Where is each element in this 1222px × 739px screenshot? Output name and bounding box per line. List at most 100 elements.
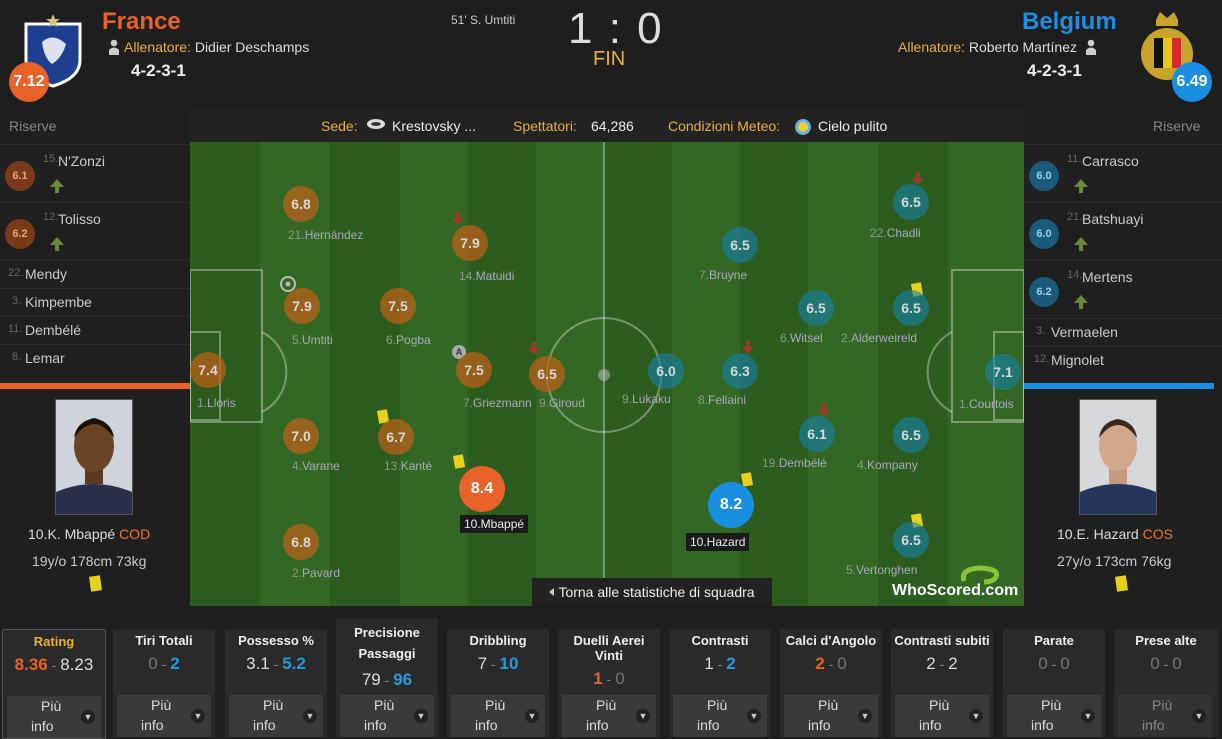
more-info-button[interactable]: Più info ▼ <box>340 695 434 737</box>
player-rating[interactable]: 6.7 <box>378 419 414 455</box>
more-info-button[interactable]: Più info ▼ <box>673 695 767 737</box>
player-name[interactable]: 1.Lloris <box>197 396 236 410</box>
stat-dribbling[interactable]: Dribbling 7 - 10 Più info ▼ <box>447 629 549 737</box>
more-info-button[interactable]: Più info ▼ <box>229 695 323 737</box>
player-name[interactable]: 4.Kompany <box>857 458 918 472</box>
sub-number: 14. <box>1067 269 1083 281</box>
motm-home-rating[interactable]: 8.4 <box>459 466 505 512</box>
player-rating[interactable]: 6.5 <box>893 184 929 220</box>
more-info-button[interactable]: Più info ▼ <box>117 695 211 737</box>
player-number: 21. <box>288 228 305 242</box>
player-rating[interactable]: 6.5 <box>893 290 929 326</box>
player-number: 2. <box>292 566 303 580</box>
stat-values: 79 - 96 <box>361 670 413 689</box>
list-item[interactable]: 3. Vermaelen <box>1024 318 1222 347</box>
stat-tackles[interactable]: Contrasti 1 - 2 Più info ▼ <box>669 629 771 737</box>
player-rating[interactable]: 7.5 <box>380 288 416 324</box>
stat-claims[interactable]: Prese alte 0 - 0 Più info ▼ <box>1114 629 1218 737</box>
more-info-button[interactable]: Più info ▼ <box>562 695 656 737</box>
list-item[interactable]: 6.0 21. Batshuayi <box>1024 202 1222 260</box>
player-name[interactable]: 4.Varane <box>292 459 340 473</box>
stat-possession[interactable]: Possesso % 3.1 - 5.2 Più info ▼ <box>225 629 327 737</box>
away-player-photo[interactable] <box>1079 399 1157 515</box>
player-rating[interactable]: 6.5 <box>722 227 758 263</box>
list-item[interactable]: 3. Kimpembe <box>0 288 190 317</box>
motm-home-name[interactable]: 10.Mbappé <box>460 515 529 533</box>
list-item[interactable]: 6.2 14. Mertens <box>1024 260 1222 318</box>
stat-dispossessed[interactable]: Contrasti subiti 2 - 2 Più info ▼ <box>891 629 993 737</box>
list-item[interactable]: 8. Lemar <box>0 344 190 373</box>
list-item[interactable]: 22. Mendy <box>0 260 190 289</box>
player-name[interactable]: 9.Lukaku <box>622 392 671 406</box>
player-name[interactable]: 21.Hernández <box>288 228 363 242</box>
more-info-button[interactable]: Più info ▼ <box>895 695 989 737</box>
stat-rating[interactable]: Rating 8.36 - 8.23 Più info ▼ <box>2 629 106 739</box>
weight-value: 73 <box>116 553 132 569</box>
list-item[interactable]: 6.0 11. Carrasco <box>1024 144 1222 202</box>
player-rating[interactable]: 6.5 <box>798 290 834 326</box>
player-number: 7. <box>463 396 474 410</box>
player-rating[interactable]: 6.5 <box>529 356 565 392</box>
stat-corners[interactable]: Calci d'Angolo 2 - 0 Più info ▼ <box>780 629 882 737</box>
motm-away-rating[interactable]: 8.2 <box>708 482 754 528</box>
more-info-button[interactable]: Più info ▼ <box>1007 695 1101 737</box>
player-name[interactable]: 14.Matuidi <box>459 269 514 283</box>
player-name[interactable]: 22.Chadli <box>870 226 921 240</box>
list-item[interactable]: 6.2 12. Tolisso <box>0 202 190 260</box>
player-rating[interactable]: 6.5 <box>893 522 929 558</box>
away-player-card-name[interactable]: 10.E. Hazard COS <box>1057 526 1173 542</box>
player-name[interactable]: 6.Witsel <box>780 331 823 345</box>
player-rating[interactable]: 6.0 <box>648 353 684 389</box>
home-team-rating: 7.12 <box>9 62 49 102</box>
player-name[interactable]: 2.Pavard <box>292 566 340 580</box>
player-name[interactable]: 13.Kanté <box>384 459 432 473</box>
more-info-button[interactable]: Più info ▼ <box>1118 695 1212 737</box>
player-number: 22. <box>870 226 887 240</box>
download-icon: ▼ <box>81 710 95 724</box>
player-rating[interactable]: 7.1 <box>985 354 1021 390</box>
player-rating[interactable]: 7.9 <box>452 225 488 261</box>
player-rating[interactable]: 7.9 <box>284 288 320 324</box>
player-name[interactable]: 1.Courtois <box>959 397 1014 411</box>
player-rating[interactable]: 6.3 <box>722 353 758 389</box>
player-rating[interactable]: 6.5 <box>893 417 929 453</box>
stat-shots[interactable]: Tiri Totali 0 - 2 Più info ▼ <box>113 629 215 737</box>
player-rating[interactable]: 6.8 <box>283 186 319 222</box>
player-rating[interactable]: 7.4 <box>190 352 226 388</box>
home-player-card-name[interactable]: 10.K. Mbappé COD <box>28 526 150 542</box>
player-rating[interactable]: 6.8 <box>283 524 319 560</box>
away-team-name[interactable]: Belgium <box>1022 8 1117 36</box>
player-name[interactable]: 9.Giroud <box>539 396 585 410</box>
more-info-button[interactable]: Più info ▼ <box>7 696 101 738</box>
player-name[interactable]: 7.Bruyne <box>699 268 747 282</box>
player-name[interactable]: 2.Alderweireld <box>841 331 917 345</box>
stat-title: Possesso % <box>238 633 314 648</box>
stat-pass-accuracy[interactable]: Precisione Passaggi 79 - 96 Più info ▼ <box>336 618 438 737</box>
home-team-name[interactable]: France <box>102 8 181 36</box>
player-name[interactable]: 5.Umtiti <box>292 333 333 347</box>
more-info-button[interactable]: Più info ▼ <box>784 695 878 737</box>
list-item[interactable]: 6.1 15. N'Zonzi <box>0 144 190 202</box>
list-item[interactable]: 12. Mignolet <box>1024 346 1222 375</box>
player-rating[interactable]: 7.0 <box>283 418 319 454</box>
back-to-team-stats-button[interactable]: Torna alle statistiche di squadra <box>532 578 772 606</box>
sub-rating: 6.2 <box>1029 277 1059 307</box>
player-rating[interactable]: 6.1 <box>799 416 835 452</box>
player-name[interactable]: 7.Griezmann <box>463 396 532 410</box>
home-player-photo[interactable] <box>55 399 133 515</box>
pitch: 6.8 21.Hernández 7.9 14.Matuidi 7.9 5.Um… <box>190 142 1024 606</box>
stat-saves[interactable]: Parate 0 - 0 Più info ▼ <box>1003 629 1105 737</box>
sub-rating: 6.2 <box>5 219 35 249</box>
player-rating[interactable]: 7.5 <box>456 352 492 388</box>
motm-away-name[interactable]: 10.Hazard <box>686 533 750 551</box>
stat-title: Rating <box>33 634 75 649</box>
sub-out-arrow-icon <box>818 403 830 416</box>
stat-aerials[interactable]: Duelli Aerei Vinti 1 - 0 Più info ▼ <box>558 629 660 737</box>
player-name[interactable]: 8.Fellaini <box>698 393 746 407</box>
list-item[interactable]: 11. Dembélé <box>0 316 190 345</box>
player-number: 5. <box>292 333 303 347</box>
more-info-button[interactable]: Più info ▼ <box>451 695 545 737</box>
height-unit: cm <box>93 553 113 569</box>
player-name[interactable]: 19.Dembélé <box>762 456 827 470</box>
player-name[interactable]: 6.Pogba <box>386 333 431 347</box>
